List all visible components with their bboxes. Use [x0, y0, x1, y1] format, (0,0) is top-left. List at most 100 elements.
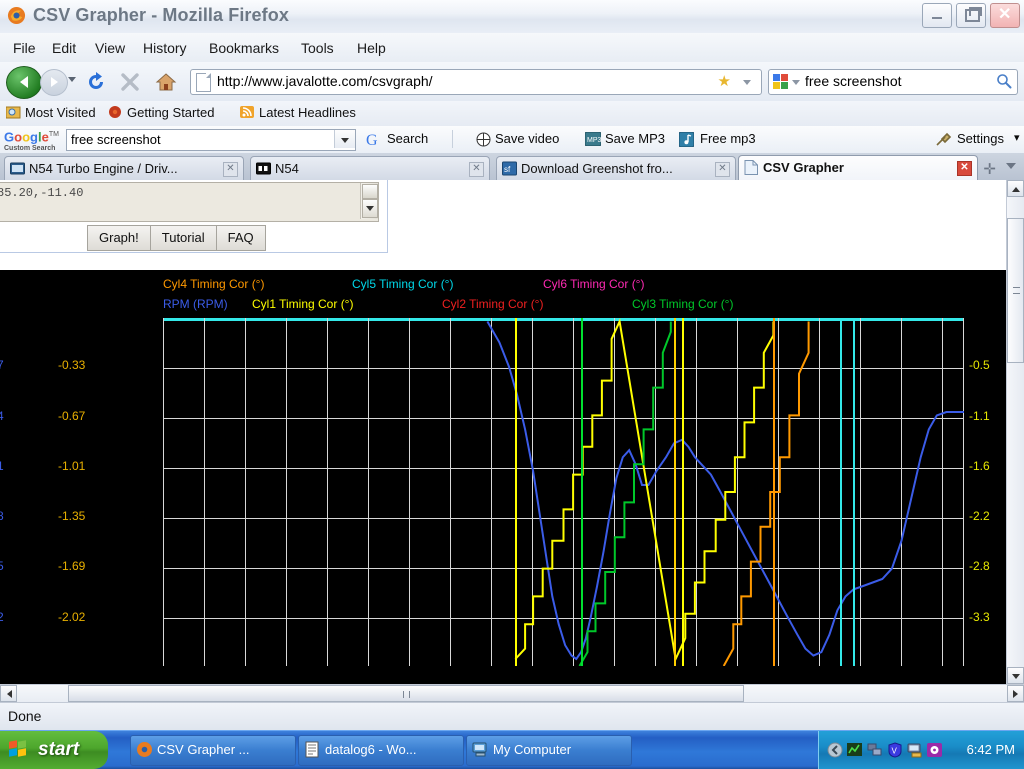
- page-icon: [10, 162, 25, 175]
- scroll-up-icon[interactable]: [1007, 180, 1024, 197]
- page-horizontal-scrollbar[interactable]: [0, 684, 1024, 703]
- menu-item-view[interactable]: View: [88, 38, 132, 58]
- svg-text:G: G: [366, 132, 378, 148]
- taskbar-button-csv-grapher[interactable]: CSV Grapher ...: [130, 735, 296, 766]
- system-tray: V 6:42 PM: [818, 731, 1024, 769]
- page-content: 85.20,-11.40 Graph! Tutorial FAQ Cyl4 Ti…: [0, 180, 1024, 684]
- menu-item-history[interactable]: History: [136, 38, 194, 58]
- tab-n54-turbo-engine[interactable]: N54 Turbo Engine / Driv... ✕: [4, 156, 244, 181]
- bookmark-getting-started[interactable]: Getting Started: [127, 105, 214, 120]
- svg-text:V: V: [892, 747, 898, 756]
- firefox-logo-icon: [7, 6, 26, 25]
- vertical-marker: [839, 318, 842, 666]
- display-icon[interactable]: [907, 742, 923, 758]
- form-button-row: Graph! Tutorial FAQ: [87, 225, 266, 251]
- vertical-scrollbar-thumb[interactable]: [1007, 218, 1024, 363]
- graph-button[interactable]: Graph!: [87, 225, 151, 251]
- taskbar-button-my-computer[interactable]: My Computer: [466, 735, 632, 766]
- address-bar[interactable]: http://www.javalotte.com/csvgraph/ ★: [190, 69, 762, 95]
- bookmark-most-visited[interactable]: Most Visited: [25, 105, 96, 120]
- close-button[interactable]: ✕: [990, 3, 1020, 28]
- stop-icon[interactable]: [120, 72, 140, 92]
- textarea-scrollbar[interactable]: [360, 183, 378, 219]
- firefox-window: CSV Grapher - Mozilla Firefox ✕ File Edi…: [0, 0, 1024, 769]
- back-button[interactable]: [6, 66, 42, 99]
- menu-item-edit[interactable]: Edit: [45, 38, 83, 58]
- taskbar-clock[interactable]: 6:42 PM: [967, 742, 1015, 757]
- y-right-tick: -1.1: [969, 409, 990, 423]
- show-hidden-icon[interactable]: [827, 742, 843, 758]
- save-mp3-button[interactable]: Save MP3: [605, 131, 665, 146]
- tab-list-dropdown-icon[interactable]: [1006, 163, 1016, 169]
- reload-icon[interactable]: [85, 71, 107, 93]
- csv-input-panel: 85.20,-11.40 Graph! Tutorial FAQ: [0, 180, 388, 253]
- search-engine-dropdown-icon[interactable]: [792, 80, 800, 85]
- menu-item-help[interactable]: Help: [350, 38, 393, 58]
- y-left-rpm-tick: 8: [0, 509, 4, 523]
- tab-csv-grapher[interactable]: CSV Grapher ✕: [738, 155, 978, 181]
- legend-item-cyl6: Cyl6 Timing Cor (°): [543, 277, 645, 291]
- tab-close-icon[interactable]: ✕: [469, 162, 484, 177]
- horizontal-scrollbar-thumb[interactable]: [68, 685, 744, 702]
- svg-text:MP3: MP3: [587, 137, 601, 144]
- taskbar-button-datalog6[interactable]: datalog6 - Wo...: [298, 735, 464, 766]
- tab-label: CSV Grapher: [763, 160, 844, 175]
- forward-button[interactable]: [40, 69, 68, 96]
- home-icon[interactable]: [155, 71, 177, 93]
- legend-item-cyl5: Cyl5 Timing Cor (°): [352, 277, 454, 291]
- google-search-dropdown-icon[interactable]: [334, 130, 355, 148]
- y-left-timing-tick: -0.67: [58, 409, 86, 423]
- tab-close-icon[interactable]: ✕: [957, 161, 972, 176]
- new-tab-button[interactable]: ✛: [983, 160, 996, 178]
- faq-button[interactable]: FAQ: [215, 225, 266, 251]
- csv-textarea-value: 85.20,-11.40: [0, 186, 84, 200]
- media-icon[interactable]: [927, 742, 943, 758]
- vertical-marker: [581, 318, 584, 666]
- google-settings-button[interactable]: Settings: [957, 131, 1004, 146]
- free-mp3-button[interactable]: Free mp3: [700, 131, 756, 146]
- menu-item-bookmarks[interactable]: Bookmarks: [202, 38, 286, 58]
- google-custom-search-logo: GoogleTM Custom Search: [4, 129, 59, 153]
- search-bar[interactable]: free screenshot: [768, 69, 1018, 95]
- y-left-rpm-tick: 7: [0, 358, 4, 372]
- tab-download-greenshot[interactable]: sf Download Greenshot fro... ✕: [496, 156, 736, 181]
- settings-caret-icon[interactable]: ▾: [1014, 131, 1020, 144]
- url-dropdown-icon[interactable]: [743, 80, 751, 85]
- scrollbar-thumb[interactable]: [362, 184, 378, 199]
- network-icon[interactable]: [847, 742, 863, 758]
- tutorial-button[interactable]: Tutorial: [149, 225, 217, 251]
- page-vertical-scrollbar[interactable]: [1006, 180, 1024, 684]
- bookmarks-toolbar: Most Visited Getting Started Latest Head…: [0, 101, 1024, 127]
- tab-close-icon[interactable]: ✕: [715, 162, 730, 177]
- vertical-marker: [853, 318, 856, 666]
- scroll-down-icon[interactable]: [362, 199, 378, 218]
- series-lines: [486, 318, 964, 666]
- google-toolbar: GoogleTM Custom Search free screenshot G…: [0, 126, 1024, 154]
- minimize-button[interactable]: [922, 3, 952, 28]
- restore-button[interactable]: [956, 3, 986, 28]
- scroll-down-icon[interactable]: [1007, 667, 1024, 684]
- nav-history-dropdown-icon[interactable]: [68, 77, 76, 82]
- search-icon[interactable]: [996, 73, 1012, 89]
- google-logo-sub1: Custom: [4, 145, 31, 153]
- tab-n54[interactable]: N54 ✕: [250, 156, 490, 181]
- menu-item-file[interactable]: File: [6, 38, 43, 58]
- window-title: CSV Grapher - Mozilla Firefox: [33, 5, 289, 25]
- page-icon: [256, 162, 271, 175]
- menu-item-tools[interactable]: Tools: [294, 38, 341, 58]
- bookmark-latest-headlines[interactable]: Latest Headlines: [259, 105, 356, 120]
- antivirus-icon[interactable]: V: [887, 742, 903, 758]
- start-button[interactable]: start: [0, 731, 108, 769]
- connection-icon[interactable]: [867, 742, 883, 758]
- vertical-marker: [515, 318, 518, 666]
- csv-textarea[interactable]: 85.20,-11.40: [0, 182, 379, 222]
- scroll-left-icon[interactable]: [0, 685, 17, 702]
- plot-area: [163, 318, 964, 666]
- save-video-button[interactable]: Save video: [495, 131, 559, 146]
- tab-close-icon[interactable]: ✕: [223, 162, 238, 177]
- google-engine-icon[interactable]: [773, 74, 788, 89]
- bookmark-star-icon[interactable]: ★: [718, 74, 731, 90]
- google-search-input[interactable]: free screenshot: [66, 129, 356, 151]
- google-search-button[interactable]: Search: [387, 131, 428, 146]
- scroll-right-icon[interactable]: [1007, 685, 1024, 702]
